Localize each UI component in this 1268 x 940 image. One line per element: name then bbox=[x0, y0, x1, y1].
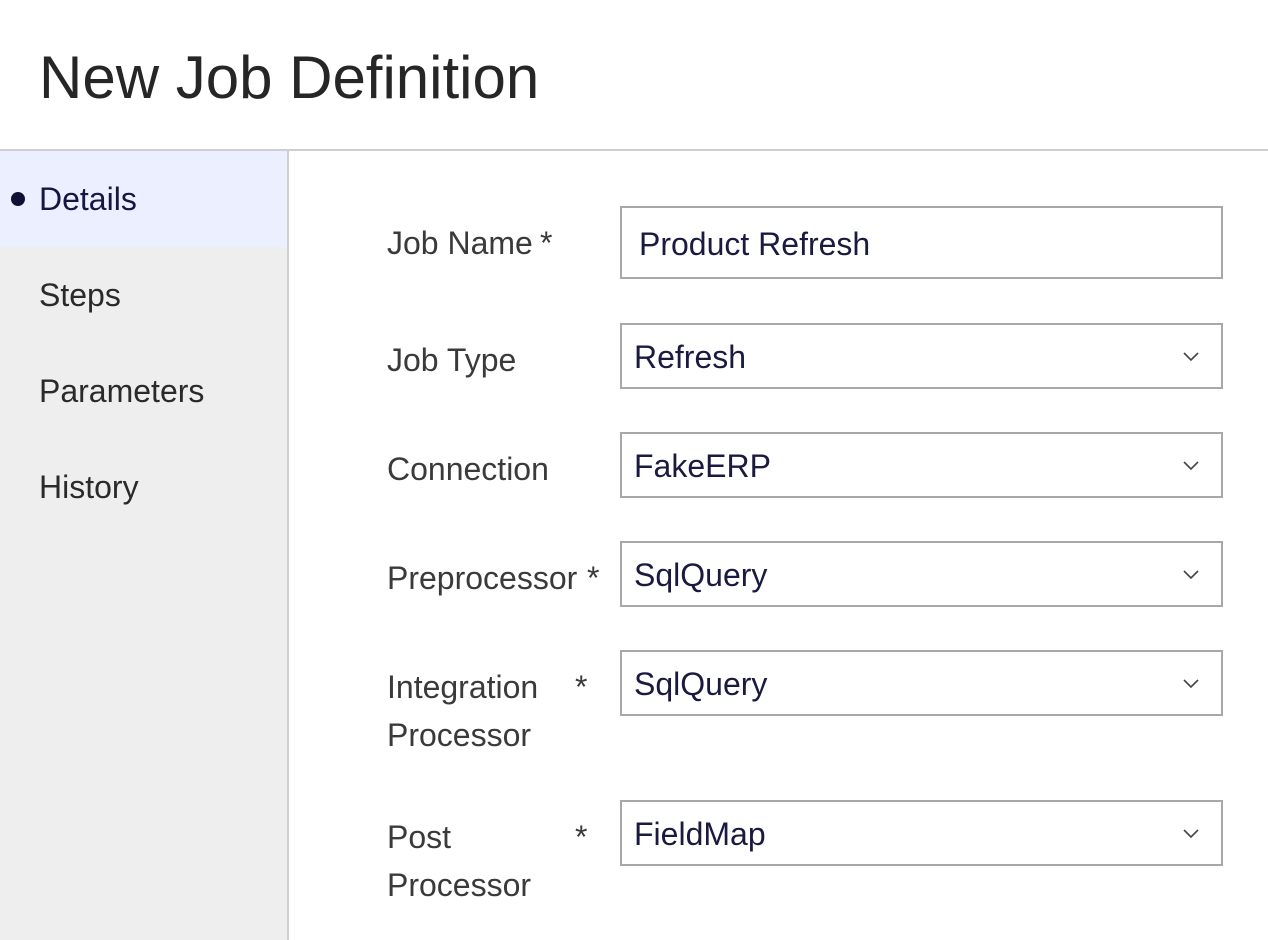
job-name-required-mark: * bbox=[540, 225, 553, 261]
chevron-down-icon bbox=[1183, 461, 1199, 471]
sidebar-item-label: Details bbox=[39, 181, 137, 217]
sidebar-item-details[interactable]: Details bbox=[0, 151, 287, 247]
integration-processor-required-mark: * bbox=[575, 669, 588, 705]
integration-processor-label-line1: Integration bbox=[387, 669, 539, 705]
job-name-label: Job Name bbox=[387, 225, 533, 261]
connection-select[interactable]: FakeERP bbox=[620, 432, 1223, 498]
job-name-input[interactable]: Product Refresh bbox=[620, 206, 1223, 279]
job-type-label: Job Type bbox=[387, 342, 517, 378]
sidebar-item-label: Parameters bbox=[39, 373, 205, 409]
integration-processor-label-line2: Processor bbox=[387, 717, 532, 753]
page-header: New Job Definition bbox=[0, 0, 1268, 151]
post-processor-select[interactable]: FieldMap bbox=[620, 800, 1223, 866]
job-name-value: Product Refresh bbox=[639, 226, 871, 262]
post-processor-label-line1: Post bbox=[387, 819, 452, 855]
post-processor-value: FieldMap bbox=[634, 816, 766, 852]
preprocessor-value: SqlQuery bbox=[634, 557, 768, 593]
sidebar-item-label: History bbox=[39, 469, 139, 505]
sidebar-item-label: Steps bbox=[39, 277, 121, 313]
connection-value: FakeERP bbox=[634, 448, 771, 484]
integration-processor-select[interactable]: SqlQuery bbox=[620, 650, 1223, 716]
integration-processor-value: SqlQuery bbox=[634, 666, 768, 702]
chevron-down-icon bbox=[1183, 570, 1199, 580]
sidebar-item-parameters[interactable]: Parameters bbox=[0, 343, 287, 439]
sidebar-item-history[interactable]: History bbox=[0, 439, 287, 535]
post-processor-required-mark: * bbox=[575, 819, 588, 855]
preprocessor-required-mark: * bbox=[587, 560, 600, 596]
preprocessor-select[interactable]: SqlQuery bbox=[620, 541, 1223, 607]
sidebar-item-steps[interactable]: Steps bbox=[0, 247, 287, 343]
job-type-value: Refresh bbox=[634, 339, 747, 375]
chevron-down-icon bbox=[1183, 829, 1199, 839]
post-processor-label-line2: Processor bbox=[387, 867, 532, 903]
chevron-down-icon bbox=[1183, 679, 1199, 689]
preprocessor-label: Preprocessor bbox=[387, 560, 578, 596]
page-title: New Job Definition bbox=[39, 44, 540, 111]
bullet-icon bbox=[11, 192, 25, 206]
connection-label: Connection bbox=[387, 451, 549, 487]
sidebar-nav: Details Steps Parameters History bbox=[0, 151, 289, 940]
job-type-select[interactable]: Refresh bbox=[620, 323, 1223, 389]
chevron-down-icon bbox=[1183, 352, 1199, 362]
